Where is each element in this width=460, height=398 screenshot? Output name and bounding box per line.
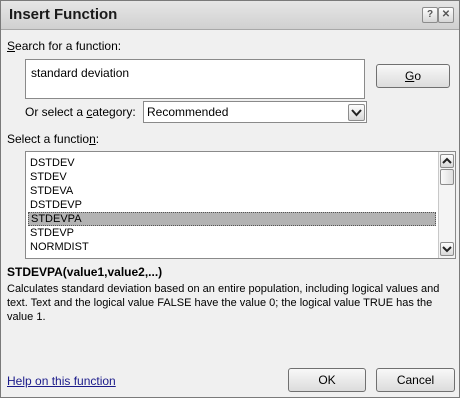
category-selected-value: Recommended bbox=[147, 105, 229, 119]
scroll-thumb[interactable] bbox=[440, 169, 454, 185]
chevron-up-icon bbox=[442, 157, 452, 164]
search-input-value: standard deviation bbox=[31, 66, 130, 80]
function-signature: STDEVPA(value1,value2,...) bbox=[7, 265, 163, 279]
help-on-function-link[interactable]: Help on this function bbox=[7, 374, 116, 388]
category-dropdown-button[interactable] bbox=[348, 104, 365, 121]
title-bar[interactable]: Insert Function ? ✕ bbox=[1, 1, 459, 30]
list-item[interactable]: DSTDEV bbox=[28, 156, 438, 170]
help-icon[interactable]: ? bbox=[422, 7, 438, 23]
ok-button[interactable]: OK bbox=[288, 368, 366, 392]
scroll-down-button[interactable] bbox=[440, 242, 454, 256]
function-list-scrollbar[interactable] bbox=[438, 152, 455, 258]
chevron-down-icon bbox=[442, 246, 452, 253]
chevron-down-icon bbox=[351, 109, 362, 117]
search-input[interactable]: standard deviation bbox=[25, 59, 365, 99]
search-label-text: earch for a function: bbox=[15, 39, 122, 53]
function-list-label-post: : bbox=[95, 132, 100, 146]
cancel-button[interactable]: Cancel bbox=[376, 368, 455, 392]
list-item[interactable]: STDEVP bbox=[28, 226, 438, 240]
list-item[interactable]: STDEV bbox=[28, 170, 438, 184]
go-button-accel: G bbox=[404, 69, 415, 83]
dialog-title: Insert Function bbox=[9, 6, 118, 23]
category-select[interactable]: Recommended bbox=[143, 101, 367, 123]
search-label-accel: S bbox=[7, 39, 16, 53]
scroll-up-button[interactable] bbox=[440, 154, 454, 168]
list-item[interactable]: NORMDIST bbox=[28, 240, 438, 254]
search-label: Search for a function: bbox=[7, 39, 121, 53]
close-icon[interactable]: ✕ bbox=[438, 7, 454, 23]
category-label-pre: Or select a bbox=[25, 105, 87, 119]
category-label: Or select a category: bbox=[25, 105, 136, 119]
go-button[interactable]: Go bbox=[376, 64, 450, 88]
list-item[interactable]: STDEVA bbox=[28, 184, 438, 198]
function-list[interactable]: DSTDEV STDEV STDEVA DSTDEVP STDEVPA STDE… bbox=[25, 151, 456, 259]
list-item[interactable]: DSTDEVP bbox=[28, 198, 438, 212]
function-list-label-pre: Select a functio bbox=[7, 132, 90, 146]
category-label-post: ategory: bbox=[92, 105, 136, 119]
list-item-selected[interactable]: STDEVPA bbox=[28, 212, 436, 226]
insert-function-dialog: Insert Function ? ✕ Search for a functio… bbox=[0, 0, 460, 398]
function-list-label-accel: n bbox=[89, 132, 96, 146]
go-button-text: o bbox=[414, 69, 422, 83]
function-description: Calculates standard deviation based on a… bbox=[7, 283, 440, 323]
function-list-label: Select a function: bbox=[7, 132, 99, 146]
